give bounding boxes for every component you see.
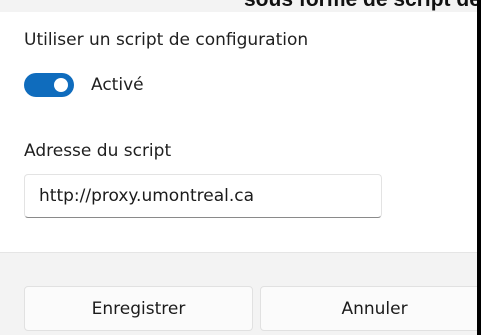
script-address-label: Adresse du script [24,141,172,161]
use-script-toggle[interactable] [24,73,74,97]
use-script-label: Utiliser un script de configuration [24,30,309,50]
script-address-input[interactable] [24,174,382,218]
dialog-title: sous forme de script de configuration [244,0,481,12]
use-script-toggle-row: Activé [24,73,144,97]
cancel-button[interactable]: Annuler [260,286,481,331]
save-button[interactable]: Enregistrer [24,286,253,331]
toggle-state-label: Activé [91,75,144,95]
toggle-knob [54,78,68,92]
dialog-title-strip: sous forme de script de configuration [0,0,481,12]
dialog-footer: Enregistrer Annuler [0,252,481,335]
window-edge [477,0,481,335]
proxy-script-dialog: sous forme de script de configuration Ut… [0,0,481,335]
dialog-content: Utiliser un script de configuration Acti… [0,12,477,252]
